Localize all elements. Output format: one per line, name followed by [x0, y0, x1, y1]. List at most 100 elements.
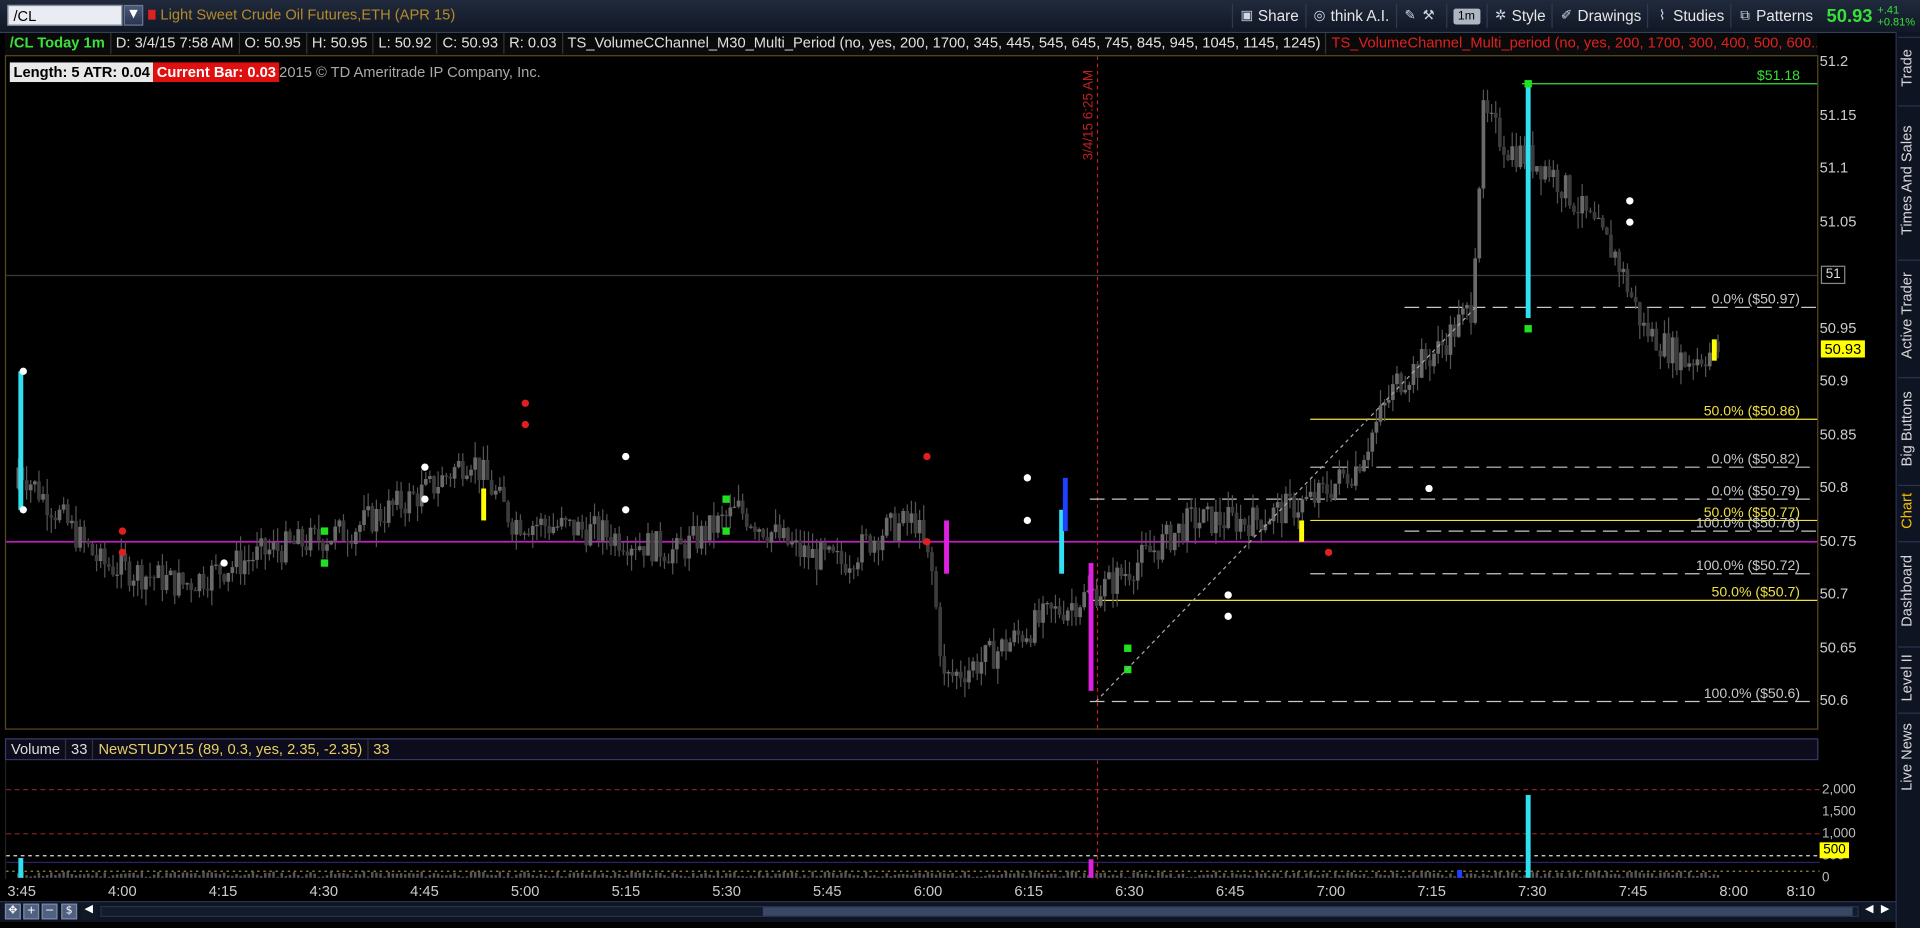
studies-button[interactable]: ⌇ Studies	[1647, 3, 1730, 29]
candle-body	[629, 548, 634, 556]
horizontal-scrollbar[interactable]	[100, 905, 1859, 918]
volume-bar	[893, 874, 897, 878]
zoom-in-icon[interactable]: +	[23, 903, 40, 920]
candle-body	[720, 514, 724, 516]
patterns-button[interactable]: ⧉ Patterns	[1730, 3, 1819, 29]
volume-bar	[1025, 875, 1028, 878]
candle-body	[1600, 217, 1605, 228]
candle-body	[181, 572, 185, 585]
studies-icon: ⌇	[1658, 8, 1666, 24]
tools-button[interactable]: ✎ ⚒	[1395, 3, 1445, 29]
scroll-right-icon[interactable]: ◀	[1861, 903, 1878, 920]
volume-bar	[1696, 875, 1699, 878]
volume-bar	[757, 871, 761, 878]
candle-body	[94, 555, 99, 562]
volume-bar	[408, 872, 411, 878]
candle-body	[506, 501, 510, 523]
side-tab-chart[interactable]: Chart	[1897, 484, 1920, 536]
candle-body	[1670, 337, 1675, 364]
side-tab-live-news[interactable]: Live News	[1897, 712, 1920, 800]
signal-dot	[521, 399, 529, 407]
price-chart-svg[interactable]: 3/4/15 6:25 AM 0.0% ($50.97) 50.0% ($50.86…	[6, 56, 1818, 729]
volume-bar	[350, 876, 353, 878]
candle-body	[679, 538, 683, 545]
volume-bar	[33, 875, 37, 878]
volume-bar	[259, 875, 263, 878]
side-tab-times-and-sales[interactable]: Times And Sales	[1897, 105, 1920, 254]
volume-bar	[938, 872, 942, 878]
fib-level-label: 0.0% ($50.82)	[1712, 451, 1800, 467]
candle-body	[168, 570, 173, 575]
zoom-out-icon[interactable]: −	[41, 903, 58, 920]
volume-label[interactable]: Volume	[6, 739, 67, 760]
candle-body	[1563, 175, 1568, 199]
time-axis[interactable]: 3:45 4:00 4:15 4:30 4:45 5:00 5:15 5:30 5:45 6:00…	[5, 880, 1818, 901]
candle-body	[1510, 146, 1515, 161]
candle-body	[279, 550, 284, 563]
candle-body	[1230, 507, 1235, 513]
volume-bar	[1264, 872, 1267, 878]
signal-square	[320, 527, 329, 535]
time-axis-tick: 4:00	[108, 882, 137, 900]
volume-bar	[1519, 876, 1522, 878]
side-tab-dashboard[interactable]: Dashboard	[1897, 541, 1920, 641]
scroll-left-icon[interactable]: ◀	[80, 903, 97, 920]
time-axis-tick: 7:45	[1618, 882, 1648, 900]
volume-bar	[1371, 876, 1374, 878]
candle-body	[1193, 507, 1198, 529]
volume-bar	[1169, 873, 1172, 878]
candle-body	[411, 491, 416, 494]
candle-body	[740, 500, 745, 514]
candle-body	[1419, 349, 1424, 378]
volume-chart-svg[interactable]	[6, 760, 1820, 880]
bar-open: O: 50.95	[240, 33, 307, 54]
drawings-button[interactable]: ✐ Drawings	[1551, 3, 1648, 29]
volume-bar	[745, 876, 748, 878]
study-label-1[interactable]: TS_VolumeCChannel_M30_Multi_Period (no, …	[563, 33, 1327, 54]
volume-pane[interactable]	[4, 760, 1820, 880]
volume-spike	[1525, 794, 1531, 878]
volume-tag: 500	[1819, 842, 1850, 859]
side-tab-active-trader[interactable]: Active Trader	[1897, 259, 1920, 371]
candle-body	[428, 476, 432, 479]
candle-body	[930, 552, 934, 572]
candle-body	[1691, 363, 1696, 366]
candle-body	[810, 549, 815, 558]
fib-level-label: 100.0% ($50.6)	[1704, 685, 1800, 701]
volume-bar	[1321, 874, 1325, 878]
style-button[interactable]: ✲ Style	[1485, 3, 1552, 29]
think-ai-button[interactable]: ◎ think A.I.	[1304, 3, 1396, 29]
study-label-2[interactable]: TS_VolumeChannel_Multi_period (no, yes, …	[1327, 33, 1818, 54]
symbol-input[interactable]: /CL	[7, 4, 123, 26]
timeframe-button[interactable]: 1m	[1445, 3, 1486, 29]
price-chart-pane[interactable]: 3/4/15 6:25 AM 0.0% ($50.97) 50.0% ($50.86…	[4, 55, 1819, 730]
volume-bar	[910, 875, 913, 878]
side-tab-big-buttons[interactable]: Big Buttons	[1897, 377, 1920, 479]
dollar-icon[interactable]: $	[61, 903, 78, 920]
volume-bar	[1111, 874, 1115, 878]
time-axis-tick: 6:30	[1115, 882, 1144, 900]
side-tab-trade[interactable]: Trade	[1897, 36, 1920, 100]
volume-bar	[605, 875, 609, 878]
side-tab-level-ii[interactable]: Level II	[1897, 646, 1920, 709]
scroll-end-icon[interactable]: ▶	[1877, 903, 1894, 920]
candle-body	[983, 645, 988, 663]
volume-bar	[823, 871, 827, 878]
candle-body	[28, 484, 33, 491]
symbol-timeframe[interactable]: /CL Today 1m	[5, 33, 111, 54]
candle-body	[1465, 304, 1469, 309]
volume-bar	[1099, 873, 1102, 878]
candle-body	[1020, 634, 1025, 642]
chevron-down-icon[interactable]: ▼	[123, 4, 144, 26]
candle-body	[975, 661, 980, 674]
move-icon[interactable]: ✥	[4, 903, 21, 920]
symbol-description: Light Sweet Crude Oil Futures,ETH (APR 1…	[160, 6, 456, 24]
scrollbar-thumb[interactable]	[762, 907, 1853, 916]
volume-bar	[66, 871, 69, 878]
price-axis[interactable]: 51.2 51.15 51.1 51.05 50.95 50.9 50.85 50.8 50.7…	[1820, 53, 1886, 730]
share-button[interactable]: ▣ Share	[1232, 3, 1305, 29]
volume-bar	[778, 873, 781, 878]
candle-body	[1518, 145, 1523, 168]
candle-body	[164, 574, 169, 591]
study15-label[interactable]: NewSTUDY15 (89, 0.3, yes, 2.35, -2.35)	[94, 739, 369, 760]
